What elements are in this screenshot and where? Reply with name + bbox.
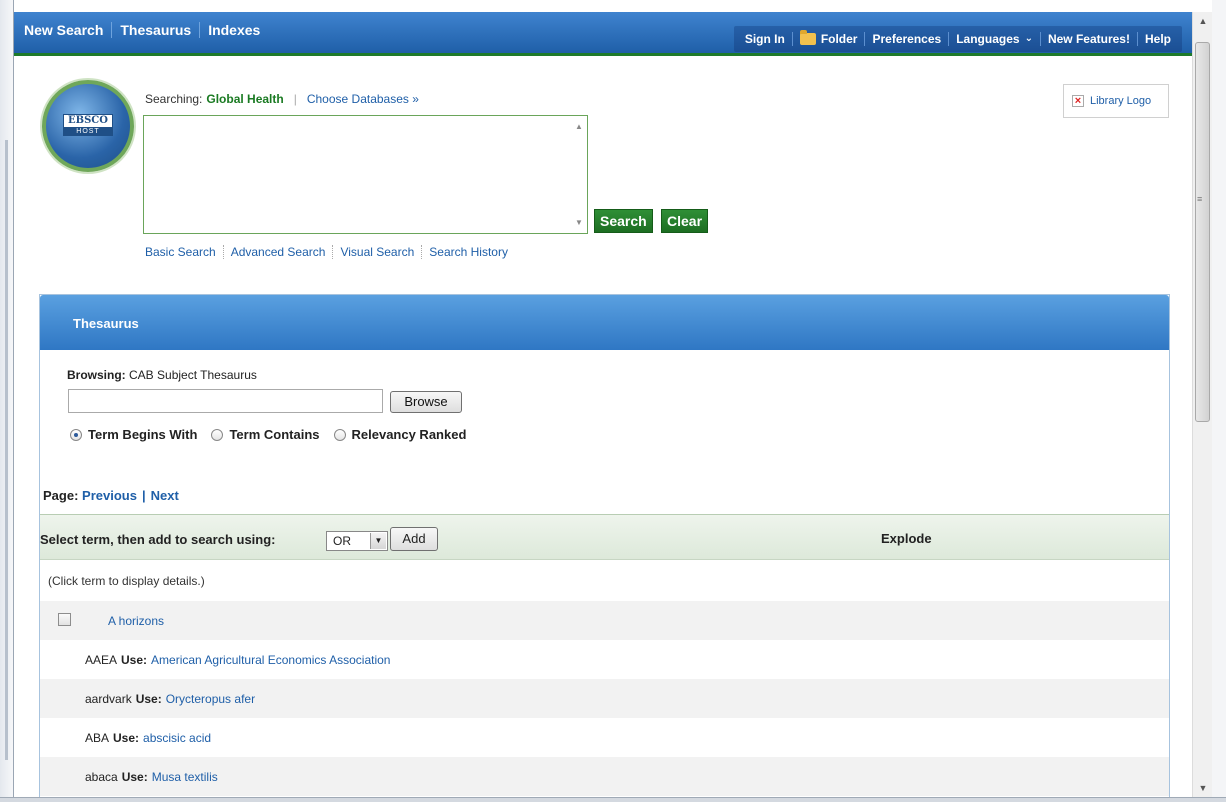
entry-term: abaca xyxy=(85,769,118,784)
operator-select[interactable]: OR ▼ xyxy=(326,531,388,551)
search-mode-links: Basic Search Advanced Search Visual Sear… xyxy=(145,245,515,259)
database-name: Global Health xyxy=(206,92,284,106)
logo-text-bottom: HOST xyxy=(64,127,112,136)
window-frame-right xyxy=(1212,0,1226,802)
preferences-link[interactable]: Preferences xyxy=(865,32,950,46)
add-term-bar: Select term, then add to search using: O… xyxy=(40,514,1169,560)
click-term-hint: (Click term to display details.) xyxy=(48,574,205,588)
page-label: Page: xyxy=(43,488,79,503)
languages-menu[interactable]: Languages ⌄ xyxy=(949,32,1041,46)
library-logo-label: Library Logo xyxy=(1090,95,1152,107)
clear-button[interactable]: Clear xyxy=(661,209,709,233)
search-button[interactable]: Search xyxy=(594,209,653,233)
term-row: AAEA Use: American Agricultural Economics … xyxy=(40,640,1169,679)
radio-term-contains[interactable] xyxy=(211,428,224,441)
window-frame-bottom xyxy=(0,797,1226,802)
logo-text-top: EBSCO xyxy=(68,115,108,126)
radio-term-begins-with[interactable] xyxy=(70,428,82,441)
searching-row: Searching: Global Health | Choose Databa… xyxy=(145,92,419,106)
search-history-link[interactable]: Search History xyxy=(422,245,515,259)
use-label: Use: xyxy=(121,652,148,667)
see-reference: ABA Use: abscisic acid xyxy=(85,731,211,745)
languages-label: Languages xyxy=(956,32,1020,46)
library-logo[interactable]: × Library Logo xyxy=(1063,84,1169,118)
nav-indexes[interactable]: Indexes xyxy=(200,22,268,38)
scroll-up-icon[interactable]: ▲ xyxy=(1193,12,1213,30)
new-features-link[interactable]: New Features! xyxy=(1041,32,1138,46)
add-term-label: Select term, then add to search using: xyxy=(40,532,276,547)
radio-label-term-contains: Term Contains xyxy=(229,427,320,442)
broken-image-icon: × xyxy=(1072,95,1084,107)
pagination: Page: Previous | Next xyxy=(43,488,179,503)
nav-thesaurus[interactable]: Thesaurus xyxy=(112,22,201,38)
top-navigation: New Search Thesaurus Indexes xyxy=(24,22,268,38)
use-term-link[interactable]: abscisic acid xyxy=(143,731,211,745)
use-label: Use: xyxy=(113,730,140,745)
entry-term: ABA xyxy=(85,730,110,745)
visual-search-link[interactable]: Visual Search xyxy=(333,245,423,259)
browse-options: Term Begins With Term Contains Relevancy… xyxy=(70,427,480,442)
term-row: abaca Use: Musa textilis xyxy=(40,757,1169,796)
scroll-down-icon: ▼ xyxy=(575,218,583,227)
sign-in-link[interactable]: Sign In xyxy=(738,32,793,46)
page-scrollbar[interactable]: ▲ ≡ ▼ xyxy=(1192,12,1212,797)
use-term-link[interactable]: Orycteropus afer xyxy=(166,692,255,706)
help-link[interactable]: Help xyxy=(1138,32,1178,46)
term-row: aardvark Use: Orycteropus afer xyxy=(40,679,1169,718)
entry-term: AAEA xyxy=(85,652,118,667)
user-toolbar: Sign In Folder Preferences Languages ⌄ Ne… xyxy=(733,26,1182,52)
entry-term: aardvark xyxy=(85,691,132,706)
top-bar: New Search Thesaurus Indexes Sign In Fol… xyxy=(14,12,1192,56)
search-textarea[interactable]: ▲ ▼ xyxy=(143,115,588,234)
add-button[interactable]: Add xyxy=(390,527,438,551)
see-reference: abaca Use: Musa textilis xyxy=(85,770,218,784)
previous-link[interactable]: Previous xyxy=(82,488,137,503)
radio-label-term-begins-with: Term Begins With xyxy=(88,427,198,442)
term-checkbox[interactable] xyxy=(58,613,71,626)
use-label: Use: xyxy=(121,769,148,784)
term-list: A horizons AAEA Use: American Agricultural… xyxy=(40,601,1169,796)
logo-box: EBSCO HOST xyxy=(63,114,113,136)
term-row: ABA Use: abscisic acid xyxy=(40,718,1169,757)
thesaurus-panel-title: Thesaurus xyxy=(40,295,1169,350)
searching-label: Searching: xyxy=(145,92,203,106)
grip-icon: ≡ xyxy=(1197,194,1203,204)
next-link[interactable]: Next xyxy=(151,488,179,503)
dropdown-arrow-icon: ▼ xyxy=(370,533,386,549)
see-reference: AAEA Use: American Agricultural Economics … xyxy=(85,653,390,667)
folder-link[interactable]: Folder xyxy=(793,30,866,46)
scroll-down-icon[interactable]: ▼ xyxy=(1193,779,1213,797)
browse-button[interactable]: Browse xyxy=(390,391,462,413)
scrollbar-thumb[interactable] xyxy=(1195,42,1210,422)
use-label: Use: xyxy=(135,691,162,706)
nav-new-search[interactable]: New Search xyxy=(24,22,113,38)
radio-label-relevancy-ranked: Relevancy Ranked xyxy=(351,427,467,442)
see-reference: aardvark Use: Orycteropus afer xyxy=(85,692,255,706)
choose-databases-link[interactable]: Choose Databases » xyxy=(307,92,419,106)
folder-label: Folder xyxy=(820,32,858,46)
separator: | xyxy=(141,488,146,503)
term-row: A horizons xyxy=(40,601,1169,640)
folder-icon xyxy=(799,30,816,45)
explode-column-header: Explode xyxy=(881,531,932,546)
search-textarea-scrollbar[interactable]: ▲ ▼ xyxy=(571,116,587,233)
use-term-link[interactable]: Musa textilis xyxy=(152,770,218,784)
advanced-search-link[interactable]: Advanced Search xyxy=(224,245,334,259)
thesaurus-panel: Thesaurus Browsing: CAB Subject Thesauru… xyxy=(39,294,1170,797)
browsing-value: CAB Subject Thesaurus xyxy=(129,368,257,382)
term-link[interactable]: A horizons xyxy=(108,614,164,628)
window-frame-left xyxy=(0,0,14,802)
separator: | xyxy=(293,92,297,106)
use-term-link[interactable]: American Agricultural Economics Associat… xyxy=(151,653,390,667)
ebscohost-logo[interactable]: EBSCO HOST xyxy=(42,80,134,172)
browsing-row: Browsing: CAB Subject Thesaurus xyxy=(67,368,257,382)
browse-input[interactable] xyxy=(68,389,383,413)
chevron-down-icon: ⌄ xyxy=(1024,33,1033,44)
radio-relevancy-ranked[interactable] xyxy=(333,428,346,441)
browsing-label: Browsing: xyxy=(67,368,126,382)
operator-value: OR xyxy=(333,534,351,548)
scroll-up-icon: ▲ xyxy=(575,122,583,131)
basic-search-link[interactable]: Basic Search xyxy=(145,245,224,259)
